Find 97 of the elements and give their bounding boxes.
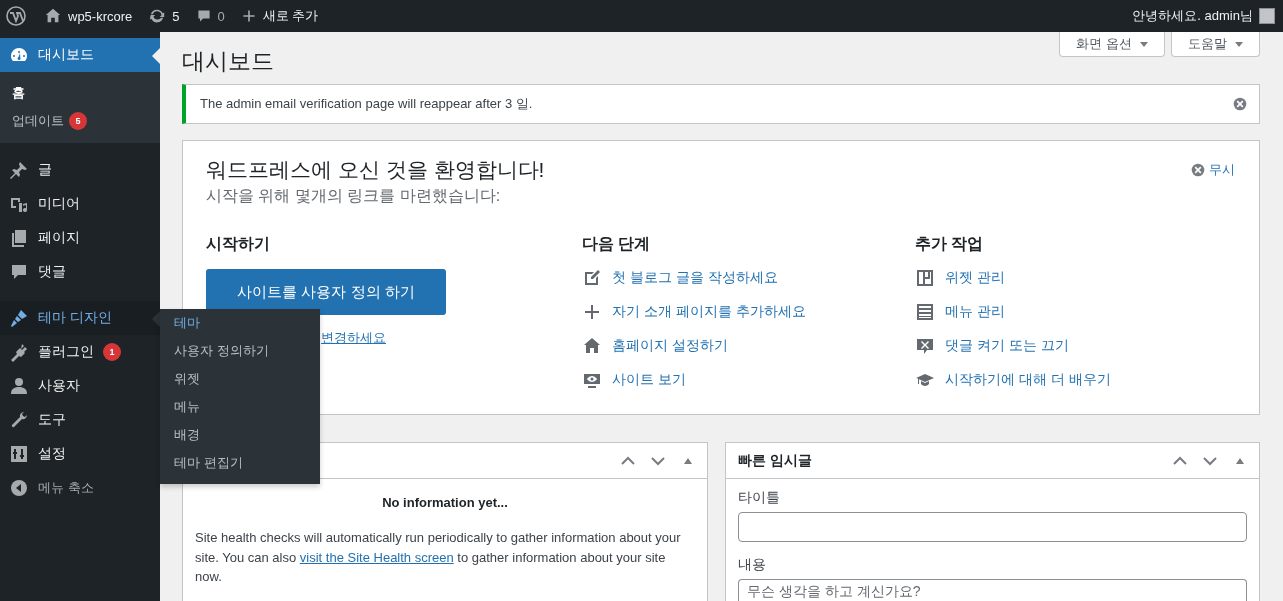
column-heading: 추가 작업 — [915, 234, 985, 254]
menu-label: 대시보드 — [38, 46, 94, 64]
customize-button[interactable]: 사이트를 사용자 정의 하기 — [206, 269, 446, 315]
welcome-title: 워드프레스에 오신 것을 환영합니다! — [206, 157, 545, 183]
sidebar-item[interactable]: 플러그인 1 — [0, 335, 160, 369]
submenu-item[interactable]: 업데이트 5 — [0, 107, 160, 135]
pushpin-icon — [9, 160, 29, 180]
collapse-menu-button[interactable]: 메뉴 축소 — [0, 471, 160, 505]
menu-label: 설정 — [38, 445, 66, 463]
screen-options-button[interactable]: 화면 옵션 — [1059, 32, 1165, 57]
welcome-link[interactable]: 위젯 관리 — [915, 261, 1235, 295]
description-text: Site health checks will automatically run periodically to gather information about your site. You can also visit the Site Health screen to gather information about your site now. — [194, 529, 682, 586]
submenu-item[interactable]: 테마 편집기 — [160, 449, 320, 477]
menu-label: 도구 — [38, 411, 66, 429]
welcome-link[interactable]: 시작하기에 대해 더 배우기 — [915, 363, 1235, 397]
welcome-link[interactable]: 첫 블로그 글을 작성하세요 — [582, 261, 915, 295]
home-icon — [44, 7, 62, 25]
submenu-item[interactable]: 홈 — [0, 79, 160, 107]
menu-label: 메뉴 축소 — [38, 479, 94, 497]
welcome-link[interactable]: 자기 소개 페이지를 추가하세요 — [582, 295, 915, 329]
site-health-link[interactable]: visit the Site Health screen — [299, 549, 454, 565]
comment-icon — [195, 8, 212, 24]
page-title: 대시보드 — [182, 47, 275, 76]
plug-icon — [9, 342, 29, 362]
menu-label: 테마 디자인 — [38, 309, 112, 327]
submenu-label: 위젯 — [174, 370, 200, 388]
widget-title: 빠른 임시글 — [738, 451, 813, 470]
caret-icon — [1235, 41, 1243, 47]
plus-icon — [240, 8, 257, 24]
text-area-field[interactable]: 무슨 생각을 하고 계신가요? — [738, 579, 1247, 601]
new-content-link[interactable]: 새로 추가 — [240, 7, 319, 25]
avatar-icon — [1259, 8, 1275, 24]
sidebar-item[interactable]: 대시보드 — [0, 38, 160, 72]
sidebar-item[interactable]: 사용자 — [0, 369, 160, 403]
welcome-link[interactable]: 홈페이지 설정하기 — [582, 329, 915, 363]
plus-icon — [582, 302, 602, 322]
pages-icon — [9, 228, 29, 248]
submenu-label: 테마 — [174, 314, 200, 332]
status-text: No information yet... — [381, 495, 509, 510]
input-field[interactable] — [738, 512, 1247, 542]
submenu-label: 메뉴 — [174, 398, 200, 416]
submenu-item[interactable]: 메뉴 — [160, 393, 320, 421]
submenu-label: 테마 편집기 — [174, 454, 243, 472]
submenu-label: 배경 — [174, 426, 200, 444]
menu-label: 사용자 — [38, 377, 80, 395]
sidebar-item[interactable]: 댓글 — [0, 255, 160, 289]
refresh-icon — [148, 7, 167, 25]
column-heading: 다음 단계 — [582, 234, 652, 254]
menu-label: 댓글 — [38, 263, 66, 281]
welcome-link[interactable]: 메뉴 관리 — [915, 295, 1235, 329]
paintbrush-icon — [9, 308, 29, 328]
submenu-label: 사용자 정의하기 — [174, 342, 269, 360]
sidebar-item[interactable]: 테마 디자인 — [0, 301, 160, 335]
submenu-item[interactable]: 배경 — [160, 421, 320, 449]
theme-link[interactable]: 변경하세요 — [321, 329, 386, 347]
dismiss-link[interactable]: 무시 — [1191, 161, 1235, 179]
menu-label: 페이지 — [38, 229, 80, 247]
welcome-link[interactable]: 사이트 보기 — [582, 363, 915, 397]
menu-label: 플러그인 — [38, 343, 94, 361]
comment-x-icon — [915, 336, 935, 356]
edit-icon — [582, 268, 602, 288]
submenu-item[interactable]: 사용자 정의하기 — [160, 337, 320, 365]
submenu-item[interactable]: 위젯 — [160, 365, 320, 393]
welcome-link[interactable]: 댓글 켜기 또는 끄기 — [915, 329, 1235, 363]
wordpress-logo-icon — [6, 6, 26, 26]
welcome-subtitle: 시작을 위해 몇개의 링크를 마련했습니다: — [206, 186, 502, 206]
site-name-link[interactable]: wp5-krcore — [44, 7, 133, 25]
sidebar-item[interactable]: 미디어 — [0, 187, 160, 221]
field-label: 타이틀 — [738, 489, 781, 507]
user-icon — [9, 376, 29, 396]
screen-options-button[interactable]: 도움말 — [1171, 32, 1260, 57]
sidebar-item[interactable]: 글 — [0, 153, 160, 187]
sidebar-item[interactable]: 도구 — [0, 403, 160, 437]
updates-link[interactable]: 5 — [148, 7, 180, 25]
home-icon — [582, 336, 602, 356]
sidebar-item[interactable]: 페이지 — [0, 221, 160, 255]
submenu-label: 업데이트 — [12, 112, 64, 130]
list-icon — [915, 302, 935, 322]
comment-icon — [9, 262, 29, 282]
column-heading: 시작하기 — [206, 234, 271, 254]
layout-icon — [915, 268, 935, 288]
notice-text: The admin email verification page will reappear after 3 일. — [200, 95, 534, 113]
sidebar-item[interactable]: 설정 — [0, 437, 160, 471]
submenu-label: 홈 — [12, 84, 25, 102]
close-icon[interactable] — [1233, 97, 1247, 111]
field-label: 내용 — [738, 556, 767, 574]
count-badge: 5 — [69, 112, 87, 130]
menu-label: 미디어 — [38, 195, 80, 213]
collapse-icon — [9, 478, 29, 498]
sliders-icon — [9, 444, 29, 464]
wrench-icon — [9, 410, 29, 430]
account-link[interactable]: 안녕하세요. admin님 — [1132, 7, 1275, 25]
close-icon — [1191, 163, 1205, 177]
caret-icon — [1140, 41, 1148, 47]
count-badge: 1 — [103, 343, 121, 361]
menu-label: 글 — [38, 161, 52, 179]
comments-link[interactable]: 0 — [195, 8, 225, 24]
